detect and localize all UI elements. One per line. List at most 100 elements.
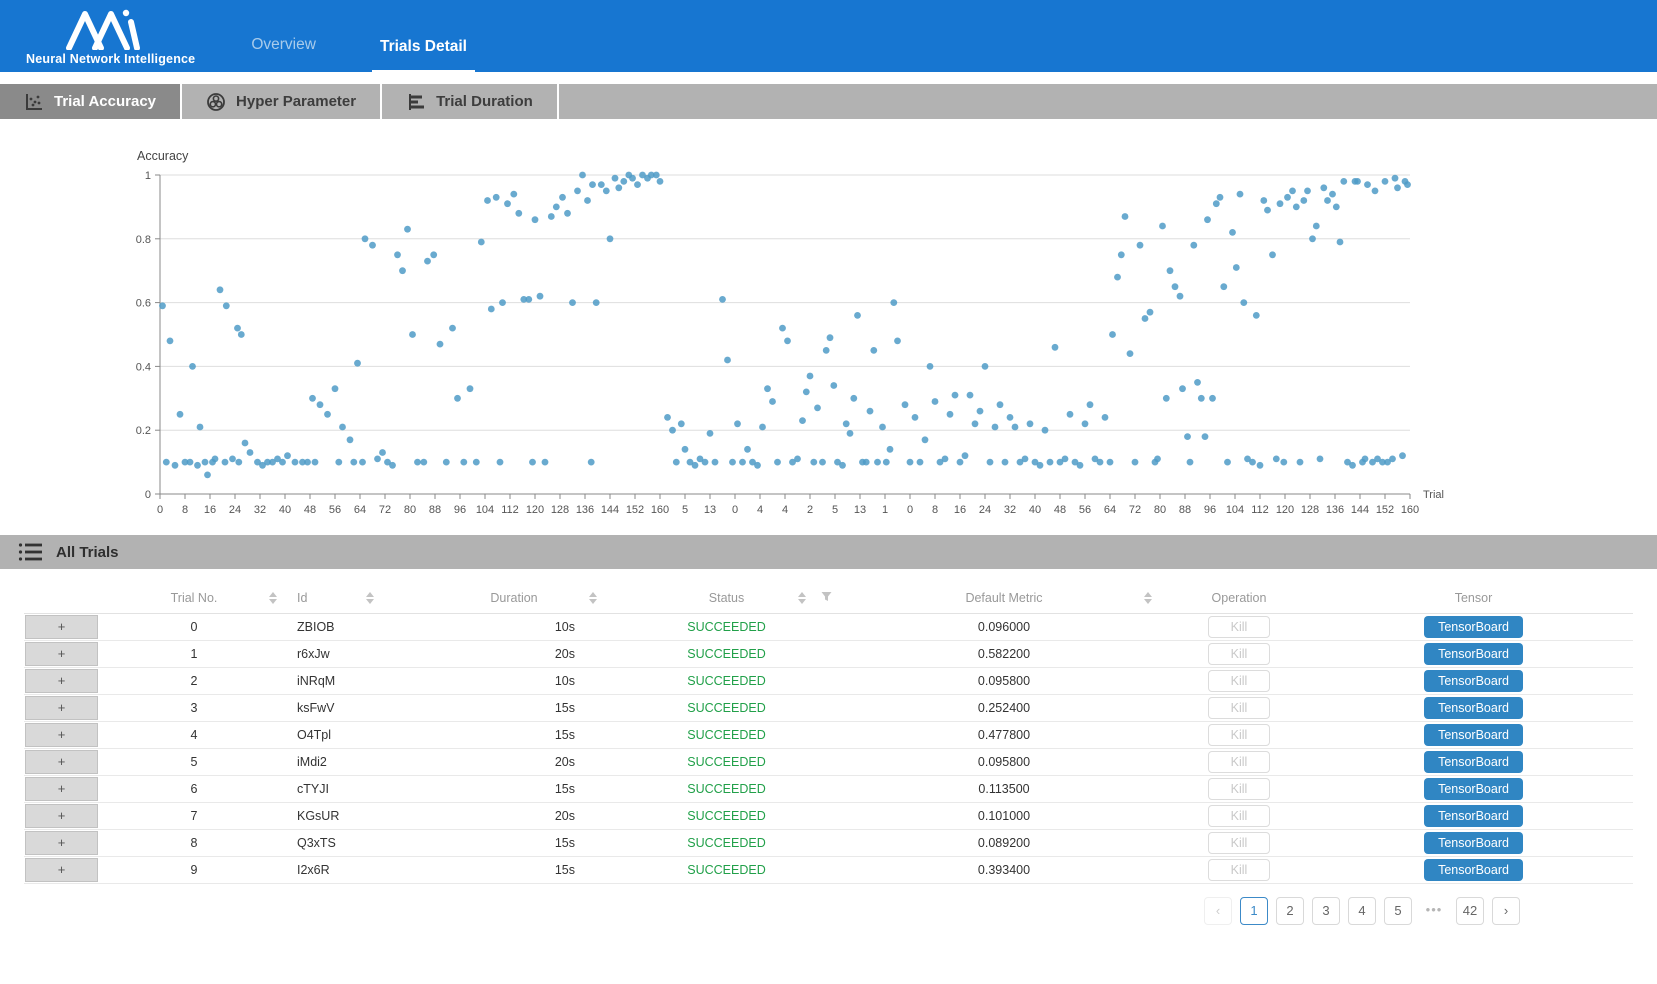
status-badge: SUCCEEDED — [609, 640, 844, 667]
kill-button[interactable]: Kill — [1208, 697, 1271, 719]
tensorboard-button[interactable]: TensorBoard — [1424, 751, 1523, 773]
svg-text:128: 128 — [1301, 504, 1319, 516]
svg-text:5: 5 — [682, 504, 688, 516]
svg-text:24: 24 — [979, 504, 991, 516]
kill-button[interactable]: Kill — [1208, 751, 1271, 773]
sort-icon[interactable] — [366, 592, 374, 604]
tensorboard-button[interactable]: TensorBoard — [1424, 778, 1523, 800]
svg-text:40: 40 — [1029, 504, 1041, 516]
expand-row-button[interactable]: + — [25, 669, 98, 693]
trial-id-cell: I2x6R — [289, 856, 419, 883]
tensorboard-button[interactable]: TensorBoard — [1424, 724, 1523, 746]
expand-row-button[interactable]: + — [25, 615, 98, 639]
table-row: + 4 O4Tpl 15s SUCCEEDED 0.477800 Kill Te… — [24, 721, 1633, 748]
tensorboard-button[interactable]: TensorBoard — [1424, 670, 1523, 692]
prev-page-button[interactable]: ‹ — [1204, 897, 1232, 925]
trial-no-cell: 5 — [99, 748, 289, 775]
page-button-42[interactable]: 42 — [1456, 897, 1484, 925]
svg-text:2: 2 — [807, 504, 813, 516]
column-header-duration[interactable]: Duration — [419, 583, 609, 613]
svg-text:32: 32 — [254, 504, 266, 516]
expand-row-button[interactable]: + — [25, 858, 98, 882]
nav-overview[interactable]: Overview — [243, 36, 324, 72]
sort-icon[interactable] — [269, 592, 277, 604]
column-header-operation: Operation — [1164, 583, 1314, 613]
accuracy-chart-section: Accuracy 00.20.40.60.8108162432404856647… — [0, 119, 1657, 535]
kill-button[interactable]: Kill — [1208, 805, 1271, 827]
table-row: + 1 r6xJw 20s SUCCEEDED 0.582200 Kill Te… — [24, 640, 1633, 667]
tensorboard-button[interactable]: TensorBoard — [1424, 643, 1523, 665]
tab-trial-accuracy[interactable]: Trial Accuracy — [0, 84, 182, 119]
expand-row-button[interactable]: + — [25, 642, 98, 666]
expand-row-button[interactable]: + — [25, 723, 98, 747]
kill-button[interactable]: Kill — [1208, 859, 1271, 881]
svg-text:0: 0 — [907, 504, 913, 516]
trials-table-wrap: Trial No. Id Duration Status — [24, 583, 1633, 884]
svg-text:8: 8 — [182, 504, 188, 516]
tab-hyper-parameter[interactable]: Hyper Parameter — [182, 84, 382, 119]
expand-row-button[interactable]: + — [25, 777, 98, 801]
kill-button[interactable]: Kill — [1208, 670, 1271, 692]
expand-row-button[interactable]: + — [25, 804, 98, 828]
trial-no-cell: 8 — [99, 829, 289, 856]
svg-text:48: 48 — [1054, 504, 1066, 516]
table-row: + 6 cTYJI 15s SUCCEEDED 0.113500 Kill Te… — [24, 775, 1633, 802]
kill-button[interactable]: Kill — [1208, 778, 1271, 800]
tensorboard-button[interactable]: TensorBoard — [1424, 805, 1523, 827]
tensorboard-button[interactable]: TensorBoard — [1424, 832, 1523, 854]
expand-row-button[interactable]: + — [25, 696, 98, 720]
filter-icon[interactable] — [821, 591, 832, 605]
kill-button[interactable]: Kill — [1208, 724, 1271, 746]
page-button-4[interactable]: 4 — [1348, 897, 1376, 925]
table-row: + 7 KGsUR 20s SUCCEEDED 0.101000 Kill Te… — [24, 802, 1633, 829]
all-trials-bar: All Trials — [0, 535, 1657, 569]
table-header-row: Trial No. Id Duration Status — [24, 583, 1633, 613]
svg-text:4: 4 — [782, 504, 788, 516]
sort-icon[interactable] — [589, 592, 597, 604]
trial-no-cell: 2 — [99, 667, 289, 694]
sort-icon[interactable] — [798, 592, 806, 604]
svg-text:112: 112 — [501, 504, 519, 516]
column-header-trial-no[interactable]: Trial No. — [99, 583, 289, 613]
status-badge: SUCCEEDED — [609, 721, 844, 748]
svg-text:0: 0 — [145, 489, 151, 501]
page-button-2[interactable]: 2 — [1276, 897, 1304, 925]
column-header-tensor: Tensor — [1314, 583, 1633, 613]
tab-trial-duration[interactable]: Trial Duration — [382, 84, 559, 119]
svg-text:152: 152 — [626, 504, 644, 516]
svg-text:40: 40 — [279, 504, 291, 516]
trials-table-body: + 0 ZBIOB 10s SUCCEEDED 0.096000 Kill Te… — [24, 613, 1633, 883]
svg-text:96: 96 — [1204, 504, 1216, 516]
column-header-status[interactable]: Status — [609, 583, 844, 613]
trial-no-cell: 0 — [99, 613, 289, 640]
main-nav: Overview Trials Detail — [243, 0, 523, 72]
tensorboard-button[interactable]: TensorBoard — [1424, 697, 1523, 719]
expand-row-button[interactable]: + — [25, 750, 98, 774]
svg-text:0.6: 0.6 — [136, 298, 151, 310]
svg-text:144: 144 — [601, 504, 619, 516]
kill-button[interactable]: Kill — [1208, 616, 1271, 638]
expand-row-button[interactable]: + — [25, 831, 98, 855]
scatter-icon — [24, 92, 44, 112]
duration-cell: 15s — [419, 856, 609, 883]
nav-trials-detail[interactable]: Trials Detail — [372, 38, 475, 72]
accuracy-chart: 00.20.40.60.8108162432404856647280889610… — [125, 167, 1475, 523]
tensorboard-button[interactable]: TensorBoard — [1424, 859, 1523, 881]
sort-icon[interactable] — [1144, 592, 1152, 604]
page-button-1[interactable]: 1 — [1240, 897, 1268, 925]
column-header-id[interactable]: Id — [289, 583, 419, 613]
svg-text:88: 88 — [429, 504, 441, 516]
tensorboard-button[interactable]: TensorBoard — [1424, 616, 1523, 638]
next-page-button[interactable]: › — [1492, 897, 1520, 925]
svg-text:1: 1 — [882, 504, 888, 516]
kill-button[interactable]: Kill — [1208, 832, 1271, 854]
trial-id-cell: cTYJI — [289, 775, 419, 802]
column-header-default-metric[interactable]: Default Metric — [844, 583, 1164, 613]
svg-text:160: 160 — [651, 504, 669, 516]
page-button-3[interactable]: 3 — [1312, 897, 1340, 925]
page-button-5[interactable]: 5 — [1384, 897, 1412, 925]
svg-text:16: 16 — [204, 504, 216, 516]
trial-no-cell: 9 — [99, 856, 289, 883]
trial-id-cell: Q3xTS — [289, 829, 419, 856]
kill-button[interactable]: Kill — [1208, 643, 1271, 665]
